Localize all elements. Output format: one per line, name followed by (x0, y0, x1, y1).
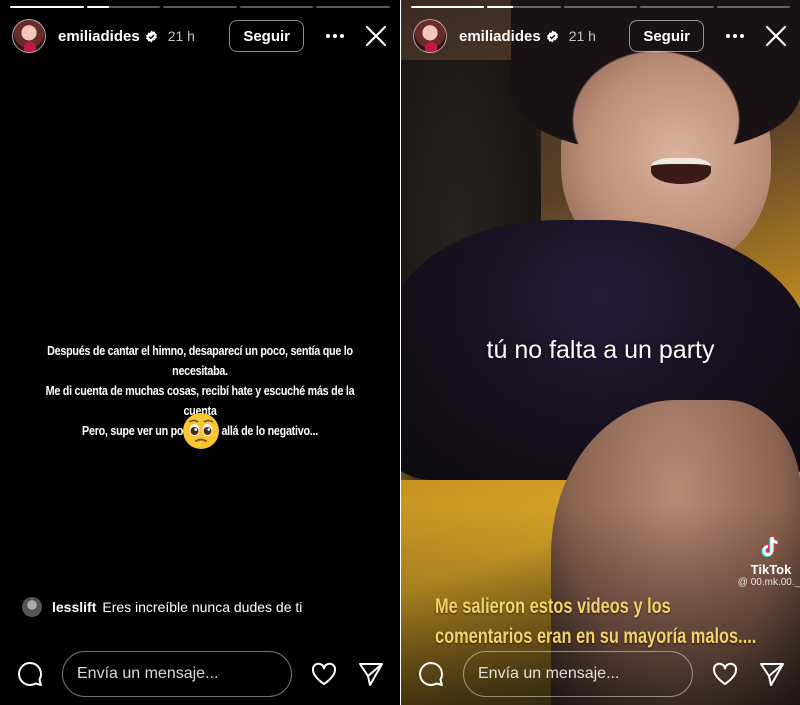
more-icon[interactable] (724, 25, 746, 47)
send-icon[interactable] (358, 661, 384, 687)
post-time: 21 h (167, 28, 195, 44)
progress-segment (163, 6, 237, 8)
avatar[interactable] (413, 19, 447, 53)
username[interactable]: emiliadides (58, 28, 140, 45)
username[interactable]: emiliadides (459, 28, 541, 45)
progress-segment (316, 6, 390, 8)
verified-badge-icon (546, 30, 559, 43)
comment-preview: lesslift Eres increíble nunca dudes de t… (22, 597, 302, 617)
comment-icon[interactable] (417, 660, 445, 688)
avatar[interactable] (12, 19, 46, 53)
message-input[interactable] (62, 651, 292, 697)
close-icon[interactable] (764, 24, 788, 48)
progress-segment (10, 6, 84, 8)
tiktok-handle: @ 00.mk.00._ (737, 577, 800, 588)
progress-segment (411, 6, 485, 8)
commenter-avatar (22, 597, 42, 617)
comment-username: lesslift (52, 599, 97, 615)
tiktok-icon (758, 534, 784, 560)
video-overlay-text: tú no falta a un party (486, 336, 715, 364)
progress-segment (563, 6, 638, 8)
follow-button[interactable]: Seguir (629, 20, 704, 52)
progress-segment (239, 6, 314, 8)
heart-icon[interactable] (310, 660, 338, 688)
heart-icon[interactable] (711, 660, 739, 688)
close-icon[interactable] (364, 24, 388, 48)
caption-line: Me salieron estos videos y los (435, 595, 671, 618)
video-caption: Me salieron estos videos y los comentari… (435, 592, 757, 652)
post-time: 21 h (568, 28, 596, 44)
follow-button[interactable]: Seguir (229, 20, 304, 52)
story-header: emiliadides 21 h Seguir (413, 14, 788, 58)
caption-line: comentarios eran en su mayoría malos.... (435, 625, 757, 648)
pleading-face-emoji (182, 412, 220, 450)
more-icon[interactable] (324, 25, 346, 47)
story-progress (10, 6, 390, 8)
progress-segment (487, 6, 561, 8)
tiktok-brand: TikTok (750, 562, 792, 577)
progress-segment (716, 6, 791, 8)
tiktok-watermark: TikTok @ 00.mk.00._ (738, 534, 800, 588)
story-text-line: Después de cantar el himno, desaparecí u… (47, 344, 353, 378)
story-progress (411, 6, 791, 8)
story-footer (417, 650, 784, 698)
story-header: emiliadides 21 h Seguir (12, 14, 388, 58)
comment-text: Eres increíble nunca dudes de ti (102, 599, 303, 615)
story-panel-right[interactable]: emiliadides 21 h Seguir tú no falta a un… (401, 0, 800, 705)
progress-segment (86, 6, 161, 8)
story-panel-left[interactable]: emiliadides 21 h Seguir Después de canta… (0, 0, 400, 705)
message-input[interactable] (463, 651, 693, 697)
comment-icon[interactable] (16, 660, 44, 688)
send-icon[interactable] (759, 661, 785, 687)
verified-badge-icon (145, 30, 158, 43)
story-footer (16, 650, 384, 698)
progress-segment (640, 6, 714, 8)
